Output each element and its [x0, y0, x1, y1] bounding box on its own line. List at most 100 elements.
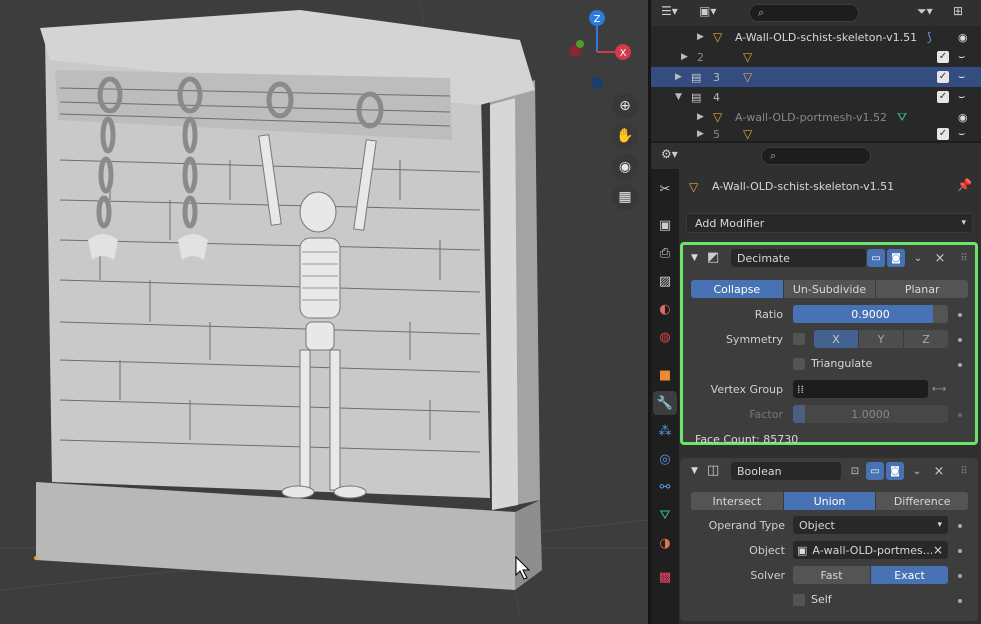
view-layer-tab-icon[interactable]: ▨ [653, 269, 677, 293]
collapse-icon[interactable]: ▼ [675, 92, 682, 102]
triangulate-checkbox[interactable] [793, 358, 805, 370]
close-icon[interactable]: × [930, 462, 948, 480]
display-mode-icon[interactable]: ☰▾ [661, 4, 691, 22]
solver-exact-button[interactable]: Exact [871, 566, 948, 584]
outliner-row[interactable]: ▶ 2 ▽ ✓ ⌣ [651, 47, 981, 67]
outliner-row[interactable]: ▶ ▤ 3 ▽ ✓ ⌣ [651, 67, 981, 87]
zoom-icon[interactable]: ⊕ [612, 93, 638, 119]
solver-fast-button[interactable]: Fast [793, 566, 871, 584]
scene-tab-icon[interactable]: ◐ [653, 297, 677, 321]
modifier-name-field[interactable]: Decimate [731, 249, 866, 267]
modifier-tab-icon[interactable]: 🔧 [653, 391, 677, 415]
particles-tab-icon[interactable]: ⁂ [653, 419, 677, 443]
tool-tab-icon[interactable]: ✂ [653, 177, 677, 201]
keyframe-dot-icon[interactable] [958, 338, 962, 342]
vertex-group-field[interactable]: ⁞⁞ [793, 380, 928, 398]
outliner-search-input[interactable]: ⌕ [749, 4, 859, 22]
realtime-display-icon[interactable]: ▭ [866, 462, 884, 480]
mode-planar-button[interactable]: Planar [876, 280, 969, 298]
clear-icon[interactable]: × [933, 543, 943, 557]
op-union-button[interactable]: Union [783, 492, 877, 510]
op-intersect-button[interactable]: Intersect [691, 492, 784, 510]
self-checkbox[interactable] [793, 594, 805, 606]
mode-collapse-button[interactable]: Collapse [691, 280, 784, 298]
expand-icon[interactable]: ▶ [681, 52, 688, 62]
axis-y-button[interactable]: Y [859, 330, 904, 348]
outliner-row[interactable]: ▶ ▽ A-Wall-OLD-schist-skeleton-v1.51 ⟆ ◉ [651, 27, 981, 47]
eye-icon[interactable]: ⌣ [958, 70, 965, 84]
modifier-name-field[interactable]: Boolean [731, 462, 841, 480]
physics-tab-icon[interactable]: ◎ [653, 447, 677, 471]
factor-slider[interactable]: 1.0000 [793, 405, 948, 423]
keyframe-dot-icon[interactable] [958, 313, 962, 317]
outliner-row[interactable]: ▼ ▤ 4 ✓ ⌣ [651, 87, 981, 107]
outliner-row[interactable]: ▶ 5 ▽ ✓ ⌣ [651, 127, 981, 141]
realtime-display-icon[interactable]: ▭ [867, 249, 885, 267]
editor-type-icon[interactable]: ⚙▾ [661, 147, 691, 165]
expand-icon[interactable]: ▶ [697, 112, 704, 122]
eye-icon[interactable]: ◉ [958, 111, 968, 124]
close-icon[interactable]: × [931, 249, 949, 267]
axis-gizmo[interactable]: Z X [560, 8, 640, 98]
chevron-down-icon[interactable]: ⌄ [909, 249, 927, 267]
op-difference-button[interactable]: Difference [876, 492, 969, 510]
boolean-operation-selector: Intersect Union Difference [691, 492, 969, 510]
factor-label: Factor [749, 408, 783, 421]
drag-handle-icon[interactable]: ⠿ [955, 462, 973, 480]
collapse-panel-icon[interactable]: ▼ [691, 253, 698, 263]
expand-icon[interactable]: ▶ [697, 32, 704, 42]
collection-checkbox[interactable]: ✓ [937, 71, 949, 83]
outliner-row-label: A-wall-OLD-portmesh-v1.52 [735, 110, 888, 124]
keyframe-dot-icon[interactable] [958, 413, 962, 417]
add-modifier-dropdown[interactable]: Add Modifier ▾ [686, 213, 973, 233]
texture-tab-icon[interactable]: ▩ [653, 565, 677, 589]
outliner-row-label: 2 [697, 50, 704, 64]
object-picker-field[interactable]: ▣ A-wall-OLD-portmes... × [793, 541, 948, 559]
symmetry-checkbox[interactable] [793, 333, 805, 345]
collapse-panel-icon[interactable]: ▼ [691, 466, 698, 476]
outliner-row[interactable]: ▶ ▽ A-wall-OLD-portmesh-v1.52 ⛛ ◉ [651, 107, 981, 127]
material-tab-icon[interactable]: ◑ [653, 531, 677, 555]
operand-type-dropdown[interactable]: Object ▾ [793, 516, 948, 534]
render-camera-icon[interactable]: ◙ [886, 462, 904, 480]
keyframe-dot-icon[interactable] [958, 524, 962, 528]
invert-arrows-icon[interactable]: ⟷ [930, 380, 948, 398]
edit-mode-icon[interactable]: ⊡ [846, 462, 864, 480]
collection-checkbox[interactable]: ✓ [937, 128, 949, 140]
camera-icon[interactable]: ◉ [612, 154, 638, 180]
object-tab-icon[interactable]: ■ [653, 363, 677, 387]
collection-checkbox[interactable]: ✓ [937, 51, 949, 63]
eye-icon[interactable]: ◉ [958, 31, 968, 44]
funnel-filter-icon[interactable]: ⏷▾ [917, 4, 943, 22]
eye-icon[interactable]: ⌣ [958, 90, 965, 104]
3d-viewport[interactable]: Z X ⊕ ✋ ◉ ▦ [0, 0, 648, 624]
axis-z-button[interactable]: Z [904, 330, 948, 348]
keyframe-dot-icon[interactable] [958, 549, 962, 553]
expand-icon[interactable]: ▶ [697, 129, 704, 139]
grid-icon[interactable]: ▦ [612, 184, 638, 210]
filter-view-icon[interactable]: ▣▾ [699, 4, 727, 22]
output-tab-icon[interactable]: ⎙ [653, 241, 677, 265]
new-collection-icon[interactable]: ⊞ [953, 4, 973, 22]
keyframe-dot-icon[interactable] [958, 599, 962, 603]
pin-icon[interactable]: 📌 [957, 178, 972, 192]
properties-search-input[interactable]: ⌕ [761, 147, 871, 165]
mode-unsubdivide-button[interactable]: Un-Subdivide [783, 280, 877, 298]
expand-icon[interactable]: ▶ [675, 72, 682, 82]
data-tab-icon[interactable]: ⛛ [653, 503, 677, 527]
render-tab-icon[interactable]: ▣ [653, 213, 677, 237]
drag-handle-icon[interactable]: ⠿ [955, 249, 973, 267]
chevron-down-icon[interactable]: ⌄ [908, 462, 926, 480]
render-camera-icon[interactable]: ◙ [887, 249, 905, 267]
keyframe-dot-icon[interactable] [958, 363, 962, 367]
eye-icon[interactable]: ⌣ [958, 127, 965, 141]
gizmo-x-label: X [620, 48, 627, 59]
keyframe-dot-icon[interactable] [958, 574, 962, 578]
collection-checkbox[interactable]: ✓ [937, 91, 949, 103]
ratio-slider[interactable]: 0.9000 [793, 305, 948, 323]
axis-x-button[interactable]: X [814, 330, 859, 348]
constraints-tab-icon[interactable]: ⚯ [653, 475, 677, 499]
world-tab-icon[interactable]: ◍ [653, 325, 677, 349]
hand-pan-icon[interactable]: ✋ [612, 123, 638, 149]
eye-icon[interactable]: ⌣ [958, 50, 965, 64]
